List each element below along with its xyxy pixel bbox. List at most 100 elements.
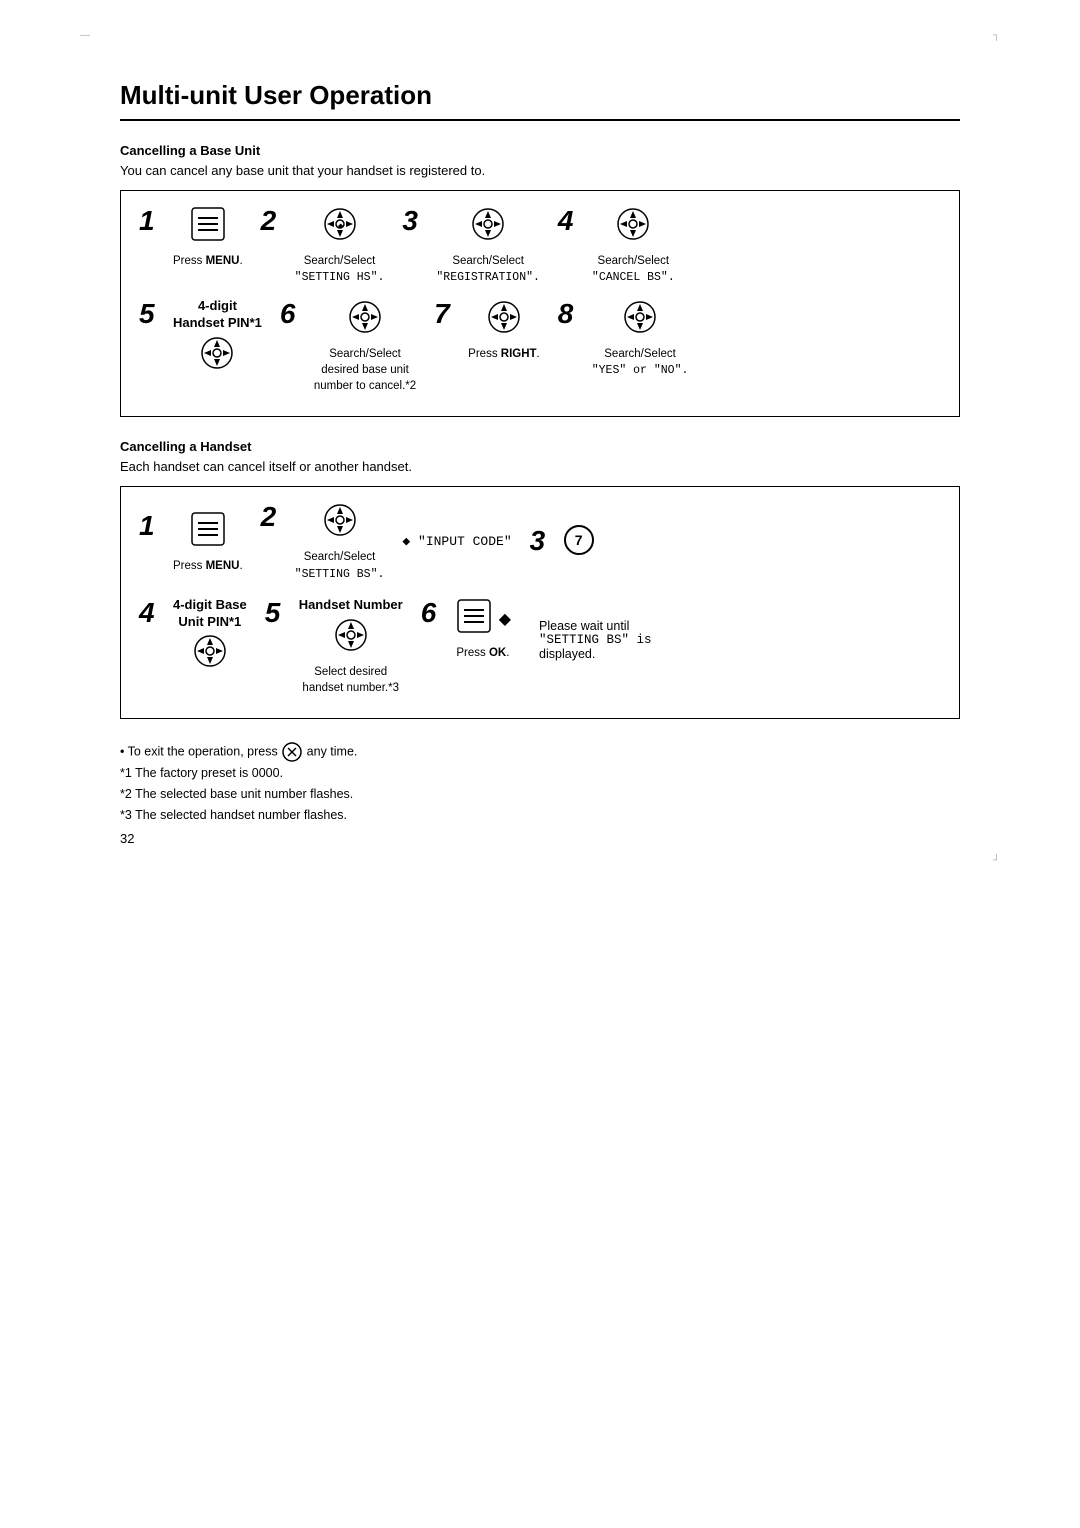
page-title: Multi-unit User Operation bbox=[120, 80, 960, 121]
s2-step-3: 3 7 bbox=[530, 525, 594, 559]
footnote-3: *3 The selected handset number flashes. bbox=[120, 805, 960, 826]
footnote-2: *2 The selected base unit number flashes… bbox=[120, 784, 960, 805]
step-6-number: 6 bbox=[280, 300, 308, 328]
s2-step-2-icon bbox=[319, 501, 361, 542]
step-6-icon bbox=[344, 298, 386, 339]
s2-step-2-body: Search/Select"SETTING BS". bbox=[295, 501, 385, 582]
s2-step-5: 5 Handset Number bbox=[265, 597, 403, 696]
s2-wait-label3: displayed. bbox=[539, 647, 652, 661]
s2-step-3-number: 3 bbox=[530, 527, 558, 555]
step-8: 8 Search/Select"YES bbox=[558, 298, 689, 379]
s2-step-1-body: Press MENU. bbox=[173, 510, 243, 574]
step-5-body: 4-digitHandset PIN*1 bbox=[173, 298, 262, 379]
s2-step-2-label: Search/Select"SETTING BS". bbox=[295, 549, 385, 582]
instruction-box-1: 1 Press MENU. bbox=[120, 190, 960, 417]
step-4: 4 Search/Select"CAN bbox=[558, 205, 675, 286]
section1-desc: You can cancel any base unit that your h… bbox=[120, 163, 960, 178]
step-1-icon bbox=[189, 205, 227, 246]
section1-title: Cancelling a Base Unit bbox=[120, 143, 960, 158]
s2-step-2-number: 2 bbox=[261, 503, 289, 531]
notes-section: • To exit the operation, press any time.… bbox=[120, 741, 960, 827]
footnote-1: *1 The factory preset is 0000. bbox=[120, 763, 960, 784]
s2-wait-text: Please wait until "SETTING BS" is displa… bbox=[539, 619, 652, 661]
section2-steps-row1: 1 Press MENU. bbox=[139, 501, 941, 590]
step-4-icon bbox=[612, 205, 654, 246]
input-code-label: ◆ "INPUT CODE" bbox=[402, 534, 511, 549]
step-5: 5 4-digitHandset PIN*1 bbox=[139, 298, 262, 379]
step-7: 7 Press RIGHT. bbox=[434, 298, 540, 362]
step-7-number: 7 bbox=[434, 300, 462, 328]
step-7-body: Press RIGHT. bbox=[468, 298, 540, 362]
step-2: 2 ◆ bbox=[261, 205, 385, 286]
s2-step-4-body: 4-digit BaseUnit PIN*1 bbox=[173, 597, 247, 678]
corner-mark-br: ┘ bbox=[993, 855, 1000, 866]
instruction-box-2: 1 Press MENU. bbox=[120, 486, 960, 718]
step-2-number: 2 bbox=[261, 207, 289, 235]
step-1-number: 1 bbox=[139, 207, 167, 235]
step-6-label: Search/Selectdesired base unitnumber to … bbox=[314, 346, 416, 394]
step-3-body: Search/Select"REGISTRATION". bbox=[436, 205, 540, 286]
svg-text:◆: ◆ bbox=[338, 223, 344, 230]
step-7-label: Press RIGHT. bbox=[468, 346, 540, 362]
s2-step-1-number: 1 bbox=[139, 512, 167, 540]
step-4-number: 4 bbox=[558, 207, 586, 235]
step-1-label: Press MENU. bbox=[173, 253, 243, 269]
s2-step-6: 6 ◆ bbox=[421, 597, 511, 661]
s2-step-4-icon bbox=[189, 632, 231, 673]
s2-step-5-icon bbox=[330, 616, 372, 657]
step-2-label: Search/Select"SETTING HS". bbox=[295, 253, 385, 286]
section2-desc: Each handset can cancel itself or anothe… bbox=[120, 459, 960, 474]
s2-wait-label2: "SETTING BS" is bbox=[539, 633, 652, 647]
step-8-icon bbox=[619, 298, 661, 339]
section2-title: Cancelling a Handset bbox=[120, 439, 960, 454]
step-6: 6 Search/Selectdesi bbox=[280, 298, 416, 394]
s2-step-6-icon-row: ◆ bbox=[455, 597, 511, 642]
step-6-body: Search/Selectdesired base unitnumber to … bbox=[314, 298, 416, 394]
corner-mark-tr: ┐ bbox=[993, 30, 1000, 41]
step-8-number: 8 bbox=[558, 300, 586, 328]
s2-wait-label1: Please wait until bbox=[539, 619, 652, 633]
page-number: 32 bbox=[120, 831, 134, 846]
s2-step-3-body: 7 bbox=[564, 525, 594, 559]
note-bullet: • To exit the operation, press any time. bbox=[120, 741, 960, 763]
step-8-label: Search/Select"YES" or "NO". bbox=[592, 346, 689, 379]
s2-step-4: 4 4-digit BaseUnit PIN*1 bbox=[139, 597, 247, 678]
step-3-label: Search/Select"REGISTRATION". bbox=[436, 253, 540, 286]
s2-step-5-label: Select desiredhandset number.*3 bbox=[302, 664, 399, 696]
step-5-icon bbox=[196, 334, 238, 375]
step-3: 3 Search/Select"REG bbox=[402, 205, 540, 286]
step-4-body: Search/Select"CANCEL BS". bbox=[592, 205, 675, 286]
step-8-body: Search/Select"YES" or "NO". bbox=[592, 298, 689, 379]
step-4-label: Search/Select"CANCEL BS". bbox=[592, 253, 675, 286]
page: — ┐ ┘ Multi-unit User Operation Cancelli… bbox=[0, 0, 1080, 906]
step-3-icon bbox=[467, 205, 509, 246]
step-2-icon: ◆ bbox=[319, 205, 361, 246]
s2-step-3-icon: 7 bbox=[564, 525, 594, 555]
s2-step-6-body: ◆ Press OK. bbox=[455, 597, 511, 661]
step-1-body: Press MENU. bbox=[173, 205, 243, 269]
section-cancel-base-unit: Cancelling a Base Unit You can cancel an… bbox=[120, 143, 960, 417]
step-7-icon bbox=[483, 298, 525, 339]
s2-step-6-label: Press OK. bbox=[456, 645, 509, 661]
steps-row2: 5 4-digitHandset PIN*1 bbox=[139, 298, 941, 402]
s2-step-5-label-main: Handset Number bbox=[299, 597, 403, 614]
s2-step-2: 2 Search/Select"SET bbox=[261, 501, 385, 582]
section-cancel-handset: Cancelling a Handset Each handset can ca… bbox=[120, 439, 960, 718]
step-3-number: 3 bbox=[402, 207, 430, 235]
s2-step-1: 1 Press MENU. bbox=[139, 510, 243, 574]
step-1: 1 Press MENU. bbox=[139, 205, 243, 269]
section2-steps-row2: 4 4-digit BaseUnit PIN*1 bbox=[139, 597, 941, 704]
step-5-label-main: 4-digitHandset PIN*1 bbox=[173, 298, 262, 332]
s2-step-6-menu-icon bbox=[455, 597, 493, 638]
step-2-body: ◆ Search/Select"SETTING HS". bbox=[295, 205, 385, 286]
s2-step-1-label: Press MENU. bbox=[173, 558, 243, 574]
s2-step-6-number: 6 bbox=[421, 599, 449, 627]
s2-step-4-number: 4 bbox=[139, 599, 167, 627]
s2-step-1-icon bbox=[189, 510, 227, 551]
s2-step-4-label-main: 4-digit BaseUnit PIN*1 bbox=[173, 597, 247, 631]
s2-step-5-body: Handset Number Select desiredh bbox=[299, 597, 403, 696]
s2-step-5-number: 5 bbox=[265, 599, 293, 627]
step-5-number: 5 bbox=[139, 300, 167, 328]
steps-row1: 1 Press MENU. bbox=[139, 205, 941, 294]
s2-step-6-arrow: ◆ bbox=[499, 609, 511, 629]
